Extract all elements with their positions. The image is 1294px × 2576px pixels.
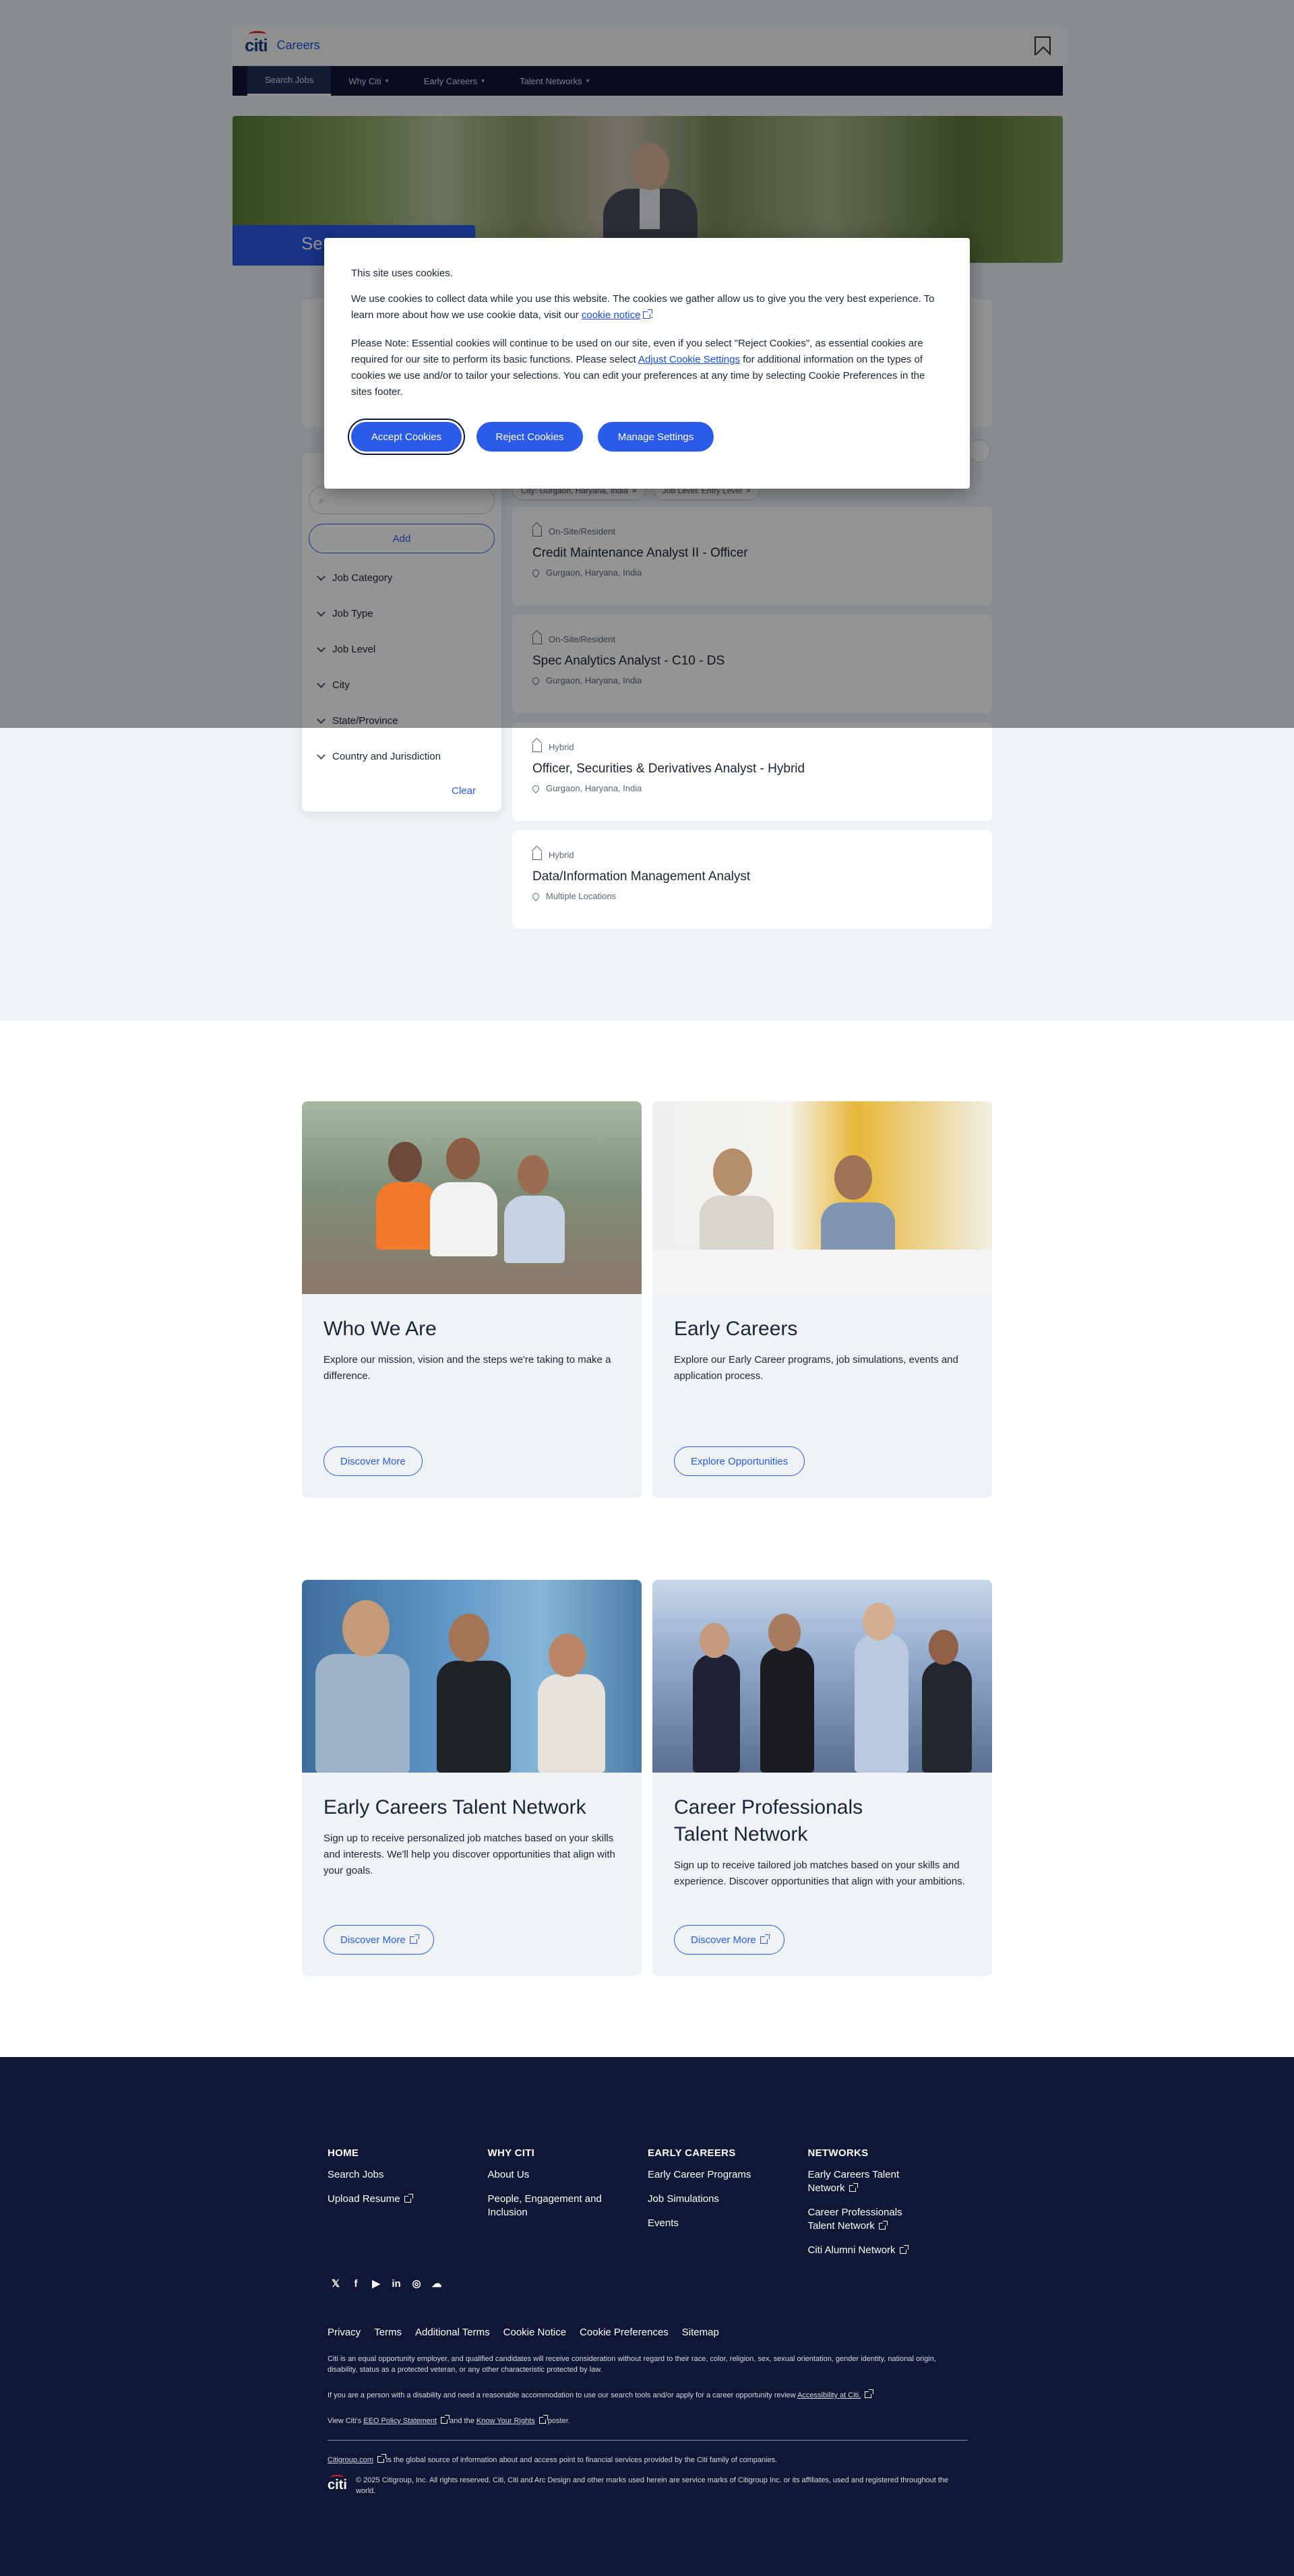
legal-links: Privacy Terms Additional Terms Cookie No… xyxy=(328,2327,719,2338)
explore-opportunities-button[interactable]: Explore Opportunities xyxy=(674,1446,805,1476)
job-title[interactable]: Data/Information Management Analyst xyxy=(532,869,972,884)
feature-description: Sign up to receive tailored job matches … xyxy=(674,1860,965,1887)
feature-description: Explore our mission, vision and the step… xyxy=(324,1354,611,1382)
accessibility-link[interactable]: Accessibility at Citi. xyxy=(797,2391,861,2399)
footer-link[interactable]: Upload Resume xyxy=(328,2192,488,2206)
external-link-icon xyxy=(760,1934,770,1944)
footer-legal-link[interactable]: Cookie Preferences xyxy=(580,2327,669,2338)
external-link-icon xyxy=(865,2389,874,2398)
feature-title: Early Careers xyxy=(674,1318,798,1340)
feature-title: Early Careers Talent Network xyxy=(324,1796,586,1818)
eeo-policy-link[interactable]: EEO Policy Statement xyxy=(363,2417,437,2425)
social-links: 𝕏 f ▶ in ◎ ☁ xyxy=(330,2278,442,2290)
accessibility-statement: If you are a person with a disability an… xyxy=(328,2389,968,2401)
filter-country[interactable]: Country and Jurisdiction xyxy=(309,739,495,774)
eeo-statement: Citi is an equal opportunity employer, a… xyxy=(328,2355,936,2374)
know-your-rights-link[interactable]: Know Your Rights xyxy=(476,2417,535,2425)
reject-cookies-button[interactable]: Reject Cookies xyxy=(476,422,583,452)
footer-link[interactable]: Search Jobs xyxy=(328,2168,488,2182)
external-link-icon xyxy=(377,2454,386,2463)
cookie-note: Please Note: Essential cookies will cont… xyxy=(351,338,925,398)
career-professionals-talent-network-card: Career Professionals Talent Network Sign… xyxy=(652,1580,992,1976)
professionals-image xyxy=(652,1580,992,1773)
adjust-cookie-settings-link[interactable]: Adjust Cookie Settings xyxy=(638,354,740,365)
footer-link[interactable]: Early Career Programs xyxy=(648,2168,808,2182)
footer-link[interactable]: Events xyxy=(648,2217,808,2230)
location-pin-icon xyxy=(530,891,541,901)
cookie-description: We use cookies to collect data while you… xyxy=(351,293,935,321)
footer-column-home: HOME Search Jobs Upload Resume xyxy=(328,2147,488,2268)
home-icon xyxy=(532,744,542,752)
footer-link[interactable]: People, Engagement and Inclusion xyxy=(488,2192,623,2219)
footer-link[interactable]: Career Professionals Talent Network xyxy=(808,2206,923,2233)
discover-more-button[interactable]: Discover More xyxy=(324,1925,434,1955)
job-work-mode: Hybrid xyxy=(549,849,574,860)
job-work-mode: Hybrid xyxy=(549,741,574,752)
footer-legal-link[interactable]: Cookie Notice xyxy=(503,2327,566,2338)
external-link-icon xyxy=(849,2183,858,2192)
who-we-are-image xyxy=(302,1101,642,1294)
feature-title: Who We Are xyxy=(324,1318,437,1340)
discover-more-button[interactable]: Discover More xyxy=(674,1925,784,1955)
footer-column-networks: NETWORKS Early Careers Talent Network Ca… xyxy=(808,2147,968,2268)
external-link-icon xyxy=(441,2415,450,2424)
who-we-are-card: Who We Are Explore our mission, vision a… xyxy=(302,1101,642,1498)
feature-title: Career Professionals Talent Network xyxy=(674,1796,863,1845)
footer-divider xyxy=(328,2440,968,2441)
instagram-icon[interactable]: ◎ xyxy=(411,2278,422,2290)
job-location: Gurgaon, Haryana, India xyxy=(546,783,642,793)
glassdoor-icon[interactable]: ☁ xyxy=(431,2278,442,2290)
footer-heading[interactable]: NETWORKS xyxy=(808,2147,968,2159)
footer-column-early-careers: EARLY CAREERS Early Career Programs Job … xyxy=(648,2147,808,2268)
early-careers-talent-network-card: Early Careers Talent Network Sign up to … xyxy=(302,1580,642,1976)
cookie-dialog-title: This site uses cookies. xyxy=(351,268,453,279)
footer-link[interactable]: Citi Alumni Network xyxy=(808,2244,968,2257)
early-careers-image xyxy=(652,1101,992,1294)
manage-settings-button[interactable]: Manage Settings xyxy=(598,422,714,452)
external-link-icon xyxy=(404,2194,413,2203)
footer-heading[interactable]: HOME xyxy=(328,2147,488,2159)
linkedin-icon[interactable]: in xyxy=(391,2278,402,2290)
footer-heading[interactable]: WHY CITI xyxy=(488,2147,648,2159)
footer-link[interactable]: About Us xyxy=(488,2168,648,2182)
external-link-icon xyxy=(643,309,653,319)
talent-network-image xyxy=(302,1580,642,1773)
accept-cookies-button[interactable]: Accept Cookies xyxy=(351,422,462,452)
early-careers-card: Early Careers Explore our Early Career p… xyxy=(652,1101,992,1498)
external-link-icon xyxy=(538,2415,548,2424)
cookie-notice-link[interactable]: cookie notice xyxy=(582,309,641,321)
chevron-down-icon xyxy=(317,750,326,760)
footer-legal-link[interactable]: Privacy xyxy=(328,2327,361,2338)
job-card[interactable]: Hybrid Data/Information Management Analy… xyxy=(512,830,992,929)
citigroup-link[interactable]: Citigroup.com xyxy=(328,2456,373,2464)
footer-link[interactable]: Early Careers Talent Network xyxy=(808,2168,923,2195)
home-icon xyxy=(532,852,542,860)
x-icon[interactable]: 𝕏 xyxy=(330,2278,341,2290)
citigroup-line: Citigroup.com is the global source of in… xyxy=(328,2454,778,2464)
facebook-icon[interactable]: f xyxy=(350,2278,361,2290)
eeo-policy-line: View Citi's EEO Policy Statement and the… xyxy=(328,2415,570,2425)
job-card[interactable]: Hybrid Officer, Securities & Derivatives… xyxy=(512,723,992,821)
footer-link[interactable]: Job Simulations xyxy=(648,2192,808,2206)
external-link-icon xyxy=(878,2221,888,2230)
footer-legal-link[interactable]: Sitemap xyxy=(682,2327,719,2338)
footer-legal-link[interactable]: Terms xyxy=(374,2327,402,2338)
external-link-icon xyxy=(899,2245,908,2254)
feature-description: Explore our Early Career programs, job s… xyxy=(674,1354,958,1382)
clear-filters-link[interactable]: Clear xyxy=(452,785,476,797)
footer-citi-logo[interactable]: citi xyxy=(328,2475,347,2493)
location-pin-icon xyxy=(530,783,541,793)
footer-heading[interactable]: EARLY CAREERS xyxy=(648,2147,808,2159)
youtube-icon[interactable]: ▶ xyxy=(371,2278,381,2290)
cookie-consent-dialog: This site uses cookies. We use cookies t… xyxy=(324,238,970,489)
job-title[interactable]: Officer, Securities & Derivatives Analys… xyxy=(532,762,972,776)
footer-legal-link[interactable]: Additional Terms xyxy=(415,2327,490,2338)
job-location: Multiple Locations xyxy=(546,891,617,901)
copyright: © 2025 Citigroup, Inc. All rights reserv… xyxy=(356,2476,949,2495)
feature-description: Sign up to receive personalized job matc… xyxy=(324,1833,615,1876)
footer-column-why-citi: WHY CITI About Us People, Engagement and… xyxy=(488,2147,648,2268)
discover-more-button[interactable]: Discover More xyxy=(324,1446,423,1476)
external-link-icon xyxy=(409,1934,419,1944)
site-footer: HOME Search Jobs Upload Resume WHY CITI … xyxy=(0,2057,1294,2576)
